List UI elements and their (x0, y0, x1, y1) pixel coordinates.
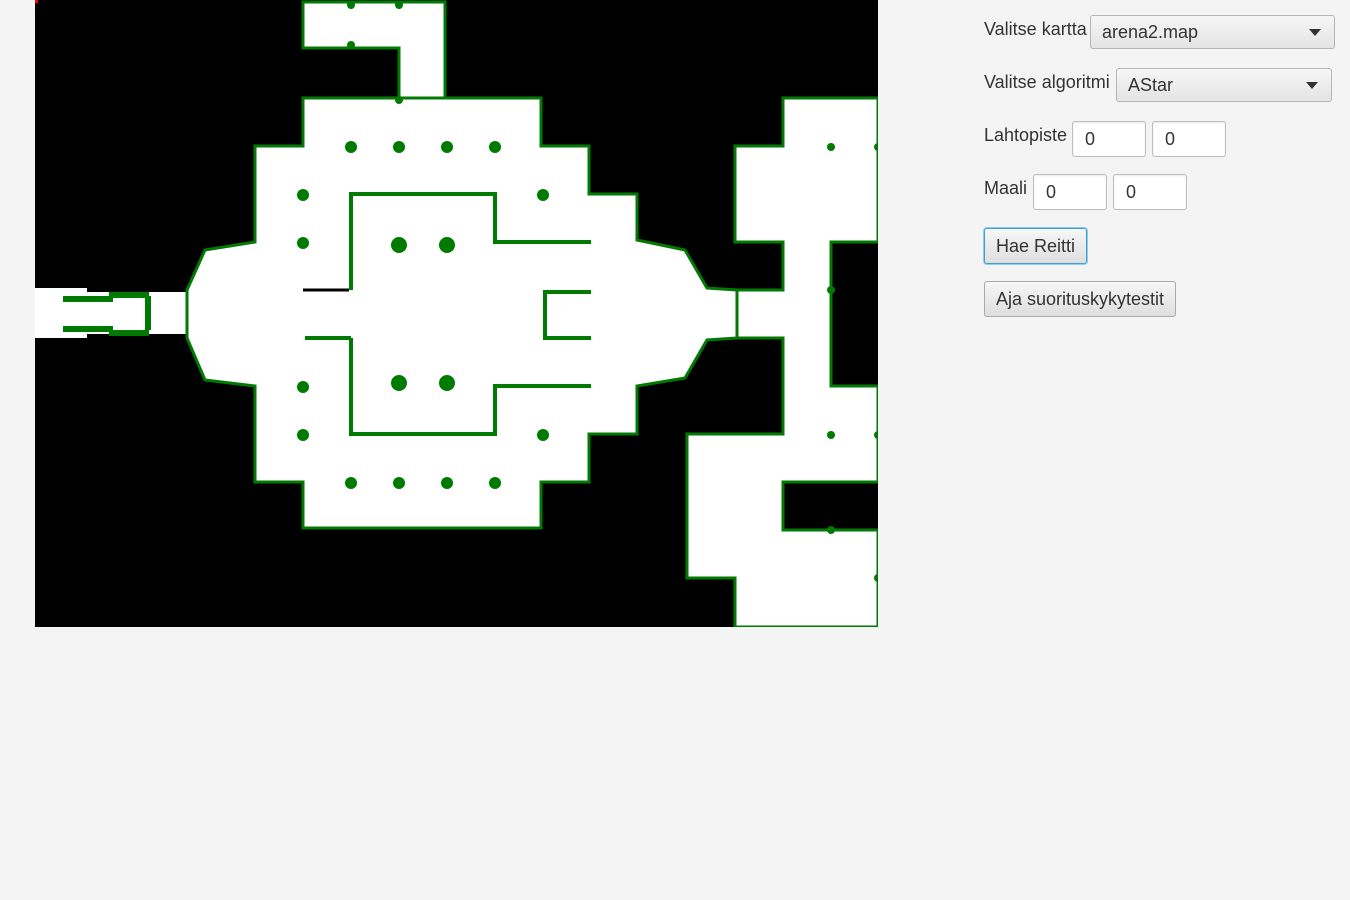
goal-x-input[interactable]: 0 (1033, 174, 1107, 210)
find-route-button[interactable]: Hae Reitti (984, 228, 1088, 264)
start-y-input[interactable]: 0 (1152, 121, 1226, 157)
map-view[interactable] (35, 0, 878, 627)
chevron-down-icon (1306, 81, 1318, 89)
map-select[interactable]: arena2.map (1090, 15, 1335, 49)
red-marker (35, 0, 38, 3)
goal-label: Maali (984, 178, 1028, 198)
map-select-label: Valitse kartta (984, 19, 1087, 39)
map-canvas[interactable] (35, 0, 878, 627)
start-point-label: Lahtopiste (984, 125, 1068, 145)
map-select-value: arena2.map (1102, 21, 1199, 42)
start-x-input[interactable]: 0 (1072, 121, 1146, 157)
goal-y-input[interactable]: 0 (1113, 174, 1187, 210)
chevron-down-icon (1309, 28, 1321, 36)
algorithm-select[interactable]: AStar (1116, 68, 1332, 102)
algorithm-select-value: AStar (1128, 74, 1174, 95)
performance-test-button[interactable]: Aja suorituskykytestit (984, 281, 1177, 317)
algorithm-select-label: Valitse algoritmi (984, 72, 1110, 92)
